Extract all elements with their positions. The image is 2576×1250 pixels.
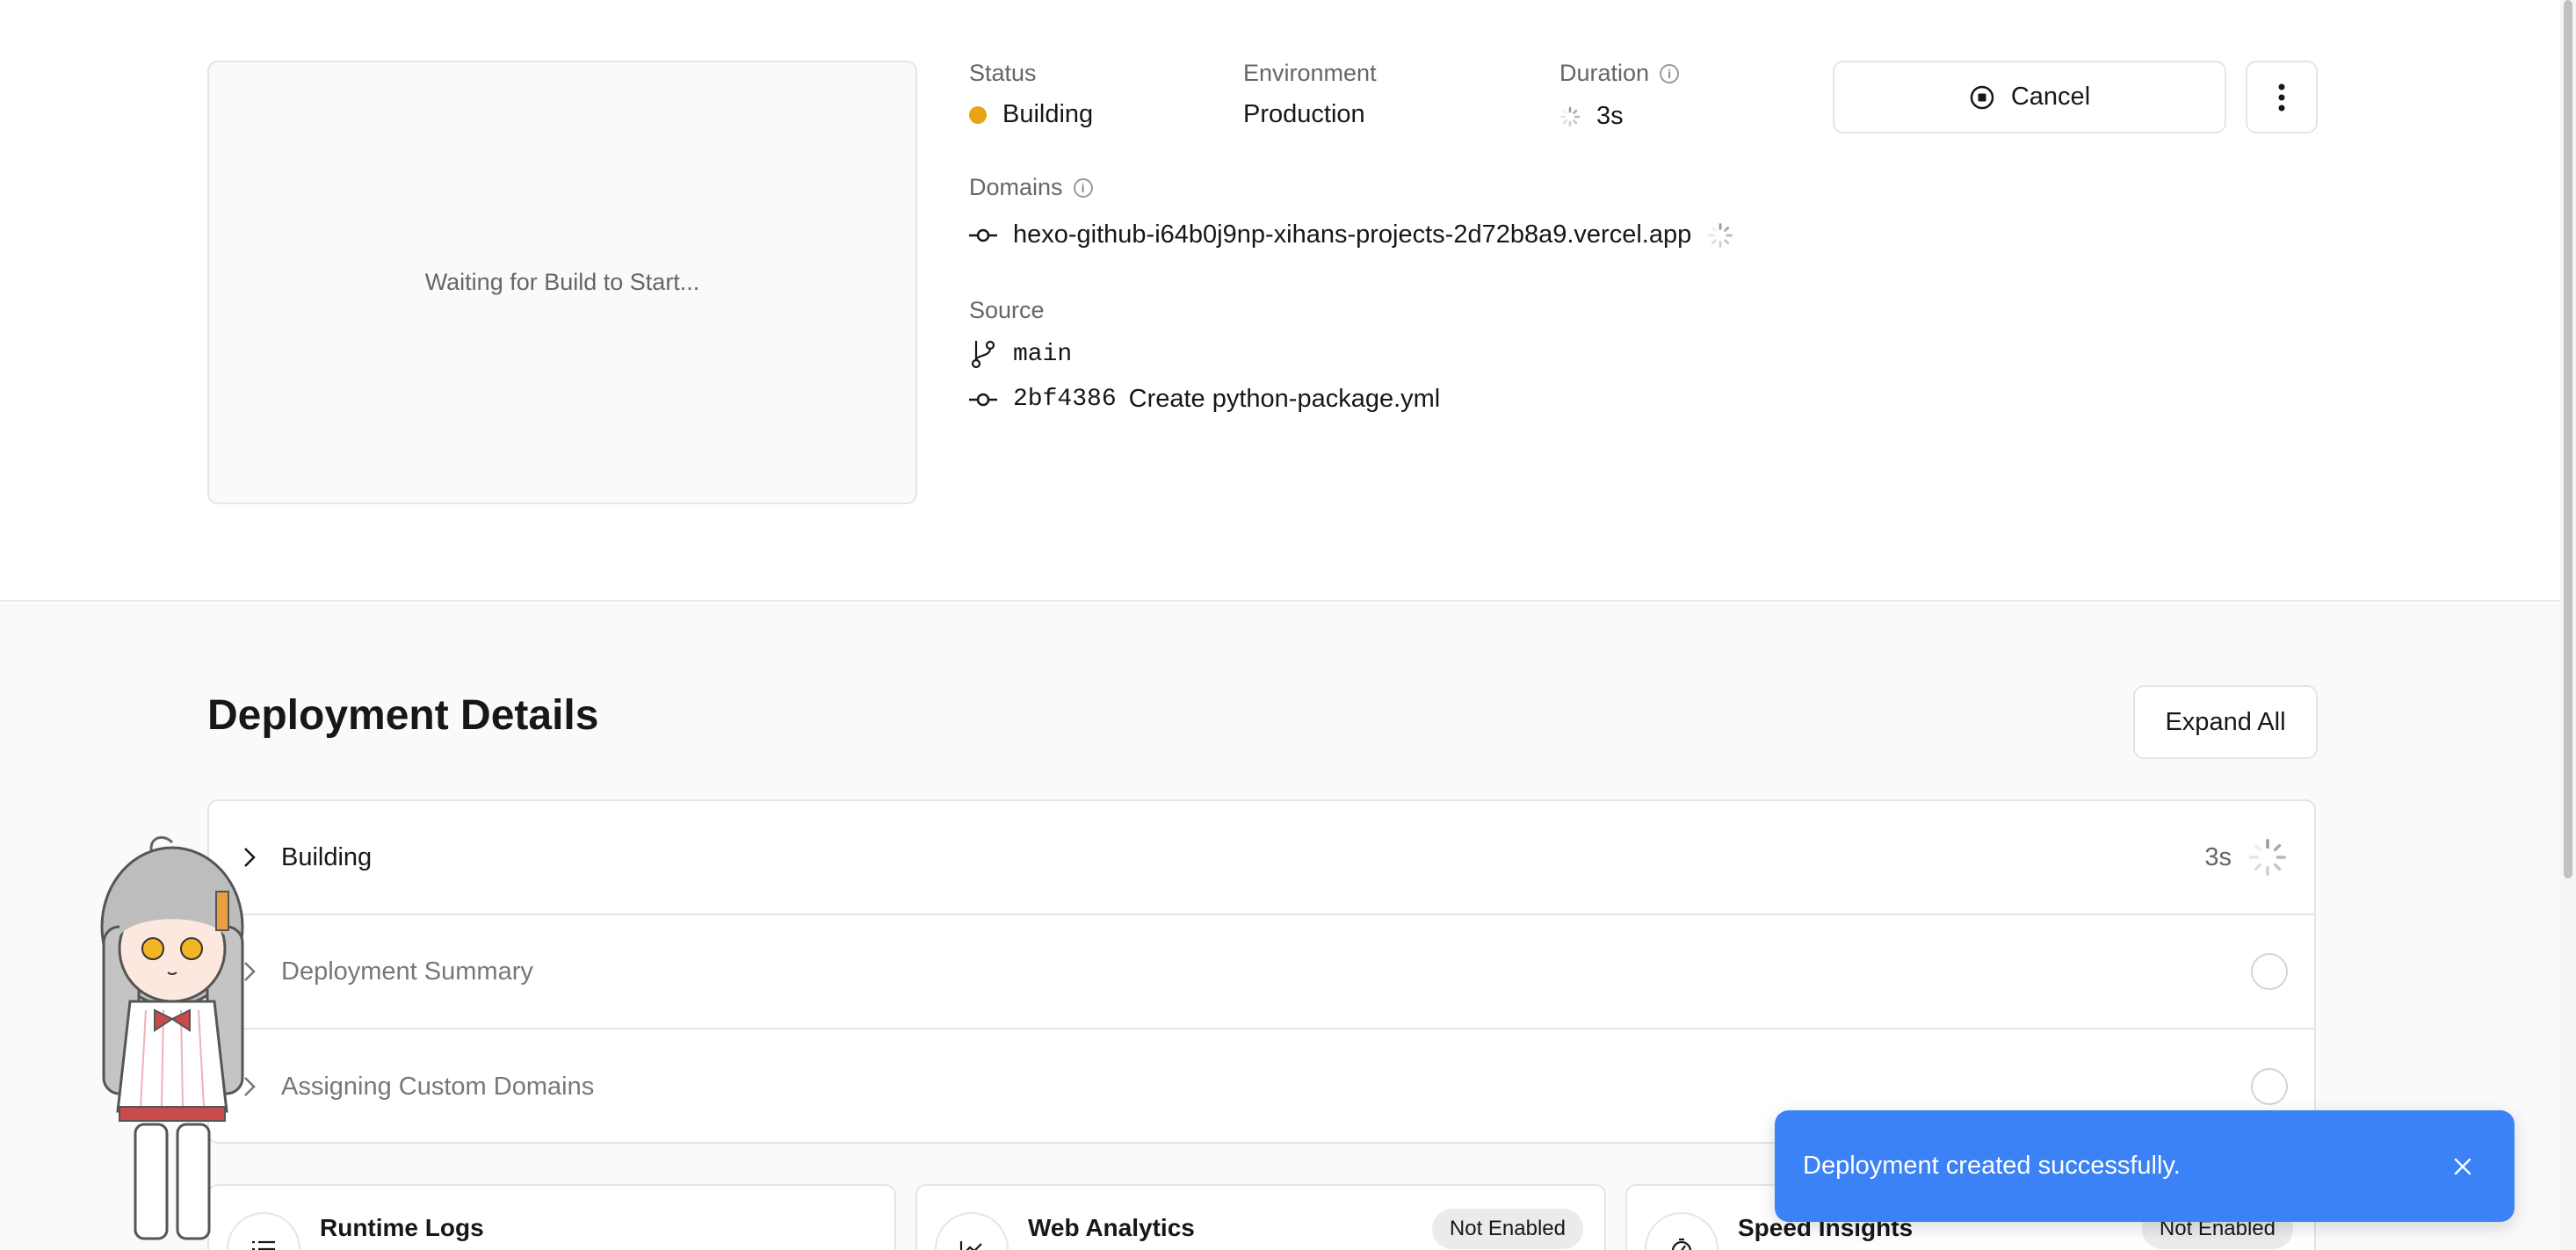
toast-message: Deployment created successfully. [1803,1152,2181,1180]
info-icon[interactable]: i [1660,63,1680,83]
duration-label: Duration i [1559,60,1680,87]
deployment-overview: Waiting for Build to Start... Status Bui… [0,0,2576,602]
step-label: Building [281,842,373,871]
section-title: Deployment Details [207,692,599,739]
status-label: Status [969,60,1037,86]
cancel-button[interactable]: Cancel [1833,61,2226,134]
step-label: Assigning Custom Domains [281,1072,595,1101]
domain-link[interactable]: hexo-github-i64b0j9np-xihans-projects-2d… [1013,220,1691,249]
spinner-icon [1708,222,1733,248]
mascot-character-icon [100,836,244,1240]
environment-value: Production [1243,100,1365,128]
more-options-button[interactable] [2246,61,2318,134]
environment-label: Environment [1243,60,1377,86]
step-deployment-summary[interactable]: Deployment Summary [209,915,2314,1030]
card-web-analytics[interactable]: Web Analytics Not Enabled [915,1184,1606,1250]
card-title: Web Analytics [1028,1214,1195,1241]
build-preview: Waiting for Build to Start... [207,61,917,504]
status-dot-icon [969,105,987,124]
gauge-icon [1645,1212,1719,1250]
card-runtime-logs[interactable]: Runtime Logs [207,1184,896,1250]
preview-status-text: Waiting for Build to Start... [424,269,700,295]
git-branch-icon [971,340,995,369]
stop-circle-icon [1970,85,1994,109]
status-value: Building [969,100,1093,129]
spinner-icon [1559,106,1581,126]
commit-icon [969,393,997,406]
toast-notification: Deployment created successfully. [1775,1110,2514,1222]
duration-value: 3s [1559,102,1624,131]
card-title: Runtime Logs [320,1214,484,1241]
pending-circle-icon [2251,1068,2288,1105]
more-vertical-icon [2278,83,2285,111]
domains-label: Domains i [969,174,1093,201]
expand-all-button[interactable]: Expand All [2133,685,2318,759]
scrollbar-thumb[interactable] [2564,0,2572,878]
scrollbar[interactable] [2560,0,2576,1250]
branch-name[interactable]: main [1013,341,1072,368]
close-icon[interactable] [2453,1157,2472,1176]
deployment-steps: Building 3s Deployment Summary Assigning… [207,799,2316,1144]
step-building[interactable]: Building 3s [209,801,2314,915]
domain-row: hexo-github-i64b0j9np-xihans-projects-2d… [969,220,1733,249]
info-icon[interactable]: i [1073,177,1093,198]
commit-hash[interactable]: 2bf4386 [1013,386,1117,413]
spinner-icon [2249,839,2286,876]
chart-icon [935,1212,1009,1250]
commit-row: 2bf4386 Create python-package.yml [969,385,1440,414]
step-duration: 3s [2204,842,2232,871]
step-label: Deployment Summary [281,957,533,986]
commit-message[interactable]: Create python-package.yml [1129,385,1441,414]
pending-circle-icon [2251,953,2288,990]
commit-icon [969,228,997,242]
status-badge: Not Enabled [1431,1209,1583,1249]
source-label: Source [969,297,1045,323]
branch-row: main [969,339,1072,369]
